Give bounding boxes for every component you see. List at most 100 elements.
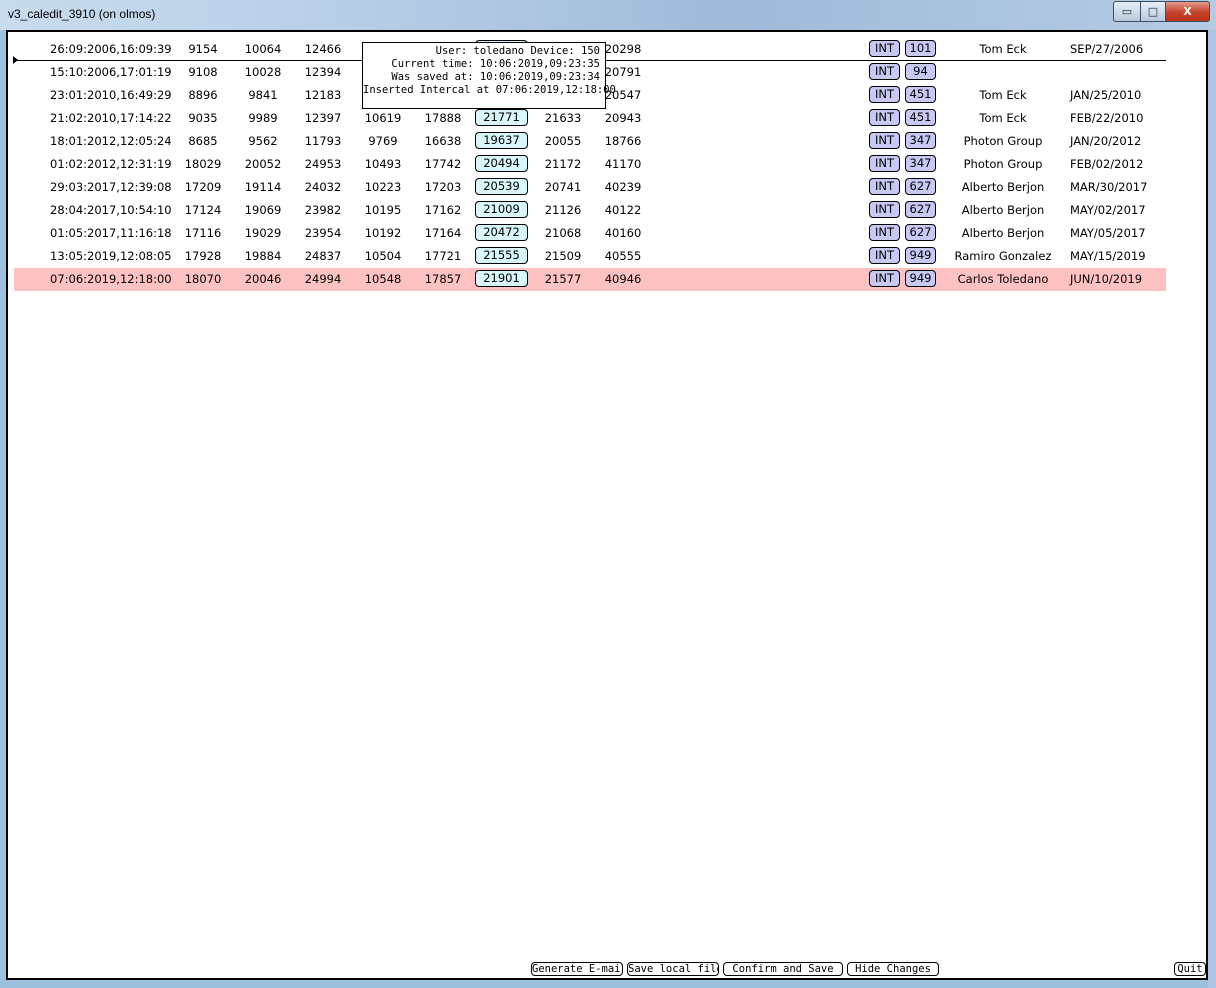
user-cell: Alberto Berjon [961,203,1045,217]
int-button[interactable]: INT [869,270,900,287]
hide-changes-button[interactable]: Hide Changes [847,962,939,976]
int-button[interactable]: INT [869,109,900,126]
device-button[interactable]: 94 [905,63,936,80]
table-row[interactable]: 07:06:2019,12:18:00 18070 20046 24994 10548 1… [14,268,1166,291]
saved-date-cell: JAN/25/2010 [1070,88,1142,102]
date-cell: 21:02:2010,17:14:22 [50,111,172,125]
device-button[interactable]: 949 [905,270,936,287]
table-row[interactable]: 01:05:2017,11:16:18 17116 19029 23954 10192 1… [14,222,1166,245]
table-row[interactable]: 13:05:2019,12:08:05 17928 19884 24837 10504 1… [14,245,1166,268]
saved-date-cell: JAN/20/2012 [1070,134,1142,148]
value-cell: 18766 [604,134,642,148]
value-cell: 21068 [544,226,582,240]
value-cell: 16638 [424,134,462,148]
int-button[interactable]: INT [869,201,900,218]
value-cell: 10493 [364,157,402,171]
saved-date-cell: FEB/22/2010 [1070,111,1144,125]
user-cell: Carlos Toledano [957,272,1049,286]
value-cell: 24994 [304,272,342,286]
value-cell: 12397 [304,111,342,125]
int-button[interactable]: INT [869,40,900,57]
device-button[interactable]: 347 [905,132,936,149]
int-button[interactable]: INT [869,224,900,241]
value-cell: 19029 [244,226,282,240]
value-cell: 17203 [424,180,462,194]
tooltip-user-line: User: toledano Device: 150 [435,45,600,57]
device-button[interactable]: 451 [905,86,936,103]
device-button[interactable]: 627 [905,201,936,218]
int-button[interactable]: INT [869,132,900,149]
editable-value-field[interactable]: 21901 [475,270,528,287]
device-button[interactable]: 101 [905,40,936,57]
value-cell: 12183 [304,88,342,102]
title-bar[interactable]: v3_caledit_3910 (on olmos) ▭ □ X [0,0,1216,30]
value-cell: 23954 [304,226,342,240]
value-cell: 10619 [364,111,402,125]
value-cell: 11793 [304,134,342,148]
value-cell: 19114 [244,180,282,194]
value-cell: 20943 [604,111,642,125]
saved-date-cell: JUN/10/2019 [1070,272,1143,286]
calibration-editor-panel: 26:09:2006,16:09:39915410064124661100717… [6,30,1208,980]
value-cell: 40122 [604,203,642,217]
device-button[interactable]: 949 [905,247,936,264]
value-cell: 21633 [544,111,582,125]
value-cell: 40946 [604,272,642,286]
value-cell: 40555 [604,249,642,263]
user-cell: Ramiro Gonzalez [954,249,1052,263]
value-cell: 17928 [184,249,222,263]
date-cell: 01:05:2017,11:16:18 [50,226,172,240]
value-cell: 18070 [184,272,222,286]
confirm-and-save-button[interactable]: Confirm and Save [723,962,843,976]
value-cell: 17721 [424,249,462,263]
value-cell: 20052 [244,157,282,171]
editable-value-field[interactable]: 20472 [475,224,528,241]
editable-value-field[interactable]: 21771 [475,109,528,126]
minimize-icon[interactable]: ▭ [1113,1,1141,22]
value-cell: 9769 [368,134,398,148]
int-button[interactable]: INT [869,247,900,264]
value-cell: 12466 [304,42,342,56]
value-cell: 17742 [424,157,462,171]
int-button[interactable]: INT [869,178,900,195]
int-button[interactable]: INT [869,86,900,103]
editable-value-field[interactable]: 20494 [475,155,528,172]
saved-date-cell: FEB/02/2012 [1070,157,1144,171]
date-cell: 18:01:2012,12:05:24 [50,134,172,148]
saved-date-cell: MAY/05/2017 [1070,226,1146,240]
value-cell: 10028 [244,65,282,79]
user-cell: Photon Group [963,134,1043,148]
device-button[interactable]: 627 [905,178,936,195]
table-row[interactable]: 28:04:2017,10:54:10 17124 19069 23982 10195 1… [14,199,1166,222]
device-button[interactable]: 347 [905,155,936,172]
editable-value-field[interactable]: 20539 [475,178,528,195]
table-row[interactable]: 18:01:2012,12:05:24 8685 9562 11793 9769 1663… [14,130,1166,153]
value-cell: 21577 [544,272,582,286]
value-cell: 19884 [244,249,282,263]
generate-email-button[interactable]: Generate E-mail [531,962,623,976]
quit-button[interactable]: Quit [1174,962,1206,976]
editable-value-field[interactable]: 21009 [475,201,528,218]
int-button[interactable]: INT [869,63,900,80]
maximize-icon[interactable]: □ [1141,1,1166,22]
device-button[interactable]: 627 [905,224,936,241]
tooltip-saved-at: Was saved at: 10:06:2019,09:23:34 [391,71,600,83]
table-row[interactable]: 21:02:2010,17:14:22 9035 9989 12397 10619 178… [14,107,1166,130]
editable-value-field[interactable]: 21555 [475,247,528,264]
value-cell: 12394 [304,65,342,79]
value-cell: 10192 [364,226,402,240]
int-button[interactable]: INT [869,155,900,172]
editable-value-field[interactable]: 19637 [475,132,528,149]
value-cell: 10195 [364,203,402,217]
date-cell: 01:02:2012,12:31:19 [50,157,172,171]
date-cell: 07:06:2019,12:18:00 [50,272,172,286]
save-local-file-button[interactable]: Save local file [627,962,719,976]
table-row[interactable]: 29:03:2017,12:39:08 17209 19114 24032 10223 1… [14,176,1166,199]
close-icon[interactable]: X [1166,1,1210,22]
value-cell: 40160 [604,226,642,240]
value-cell: 17209 [184,180,222,194]
value-cell: 21126 [544,203,582,217]
window-controls: ▭ □ X [1113,1,1210,22]
table-row[interactable]: 01:02:2012,12:31:19 18029 20052 24953 10493 1… [14,153,1166,176]
device-button[interactable]: 451 [905,109,936,126]
